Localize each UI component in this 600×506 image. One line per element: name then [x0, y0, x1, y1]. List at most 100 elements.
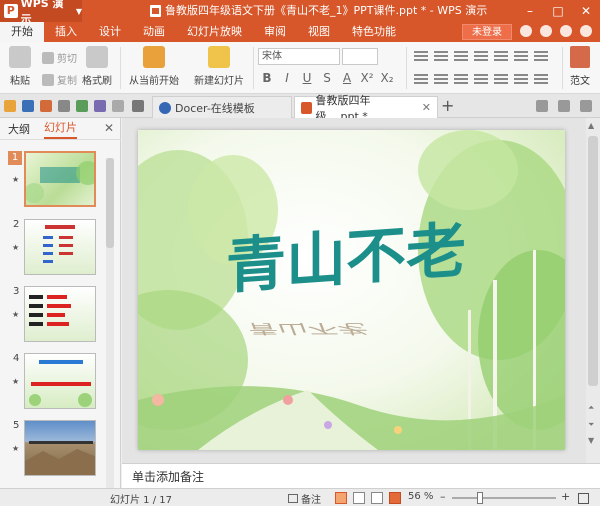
bold-icon[interactable]: B — [260, 71, 274, 85]
menu-view[interactable]: 视图 — [297, 22, 341, 42]
slide-thumbnail-4[interactable]: 4 ★ — [0, 353, 108, 415]
distribute-icon[interactable] — [494, 74, 508, 84]
slide-thumbnail-1[interactable]: 1 ★ — [0, 151, 108, 213]
scroll-up-icon[interactable]: ▲ — [588, 121, 594, 130]
previous-slide-icon[interactable]: ⏶ — [588, 403, 594, 413]
tab-slides[interactable]: 幻灯片 — [44, 119, 77, 139]
text-direction-icon[interactable] — [514, 51, 528, 61]
close-tab-icon[interactable]: ✕ — [422, 101, 431, 114]
ribbon-divider — [253, 47, 254, 89]
zoom-in-icon[interactable]: + — [561, 490, 570, 503]
undo-icon[interactable] — [94, 100, 106, 112]
new-slide-button[interactable]: 新建幻灯片 — [188, 46, 250, 87]
notes-toggle-button[interactable]: 备注 — [288, 491, 321, 506]
current-slide[interactable]: 青山不老 青山不老 — [138, 130, 565, 450]
slide-scrollbar[interactable]: ▲ ⏶ ⏷ ▼ — [586, 118, 600, 463]
zoom-slider-handle[interactable] — [477, 492, 483, 504]
save-icon[interactable] — [22, 100, 34, 112]
slide-thumbnail-2[interactable]: 2 ★ — [0, 219, 108, 281]
more-tools-icon[interactable] — [132, 100, 144, 112]
menu-review[interactable]: 审阅 — [253, 22, 297, 42]
vertical-align-icon[interactable] — [514, 74, 528, 84]
slide-thumbnail-5[interactable]: 5 ★ — [0, 420, 108, 482]
font-color-icon[interactable]: A — [340, 71, 354, 85]
tab-outline[interactable]: 大纲 — [8, 121, 30, 137]
slide-title-reflection: 青山不老 — [244, 320, 371, 337]
redo-icon[interactable] — [112, 100, 124, 112]
format-painter-button[interactable]: 格式刷 — [80, 46, 114, 87]
caret-down-icon: ▼ — [75, 6, 82, 16]
export-pdf-icon[interactable] — [40, 100, 52, 112]
skin-icon[interactable] — [520, 25, 532, 37]
cut-label: 剪切 — [57, 54, 77, 65]
zoom-slider[interactable] — [452, 497, 556, 499]
docer-icon — [159, 101, 171, 114]
scrollbar-thumb[interactable] — [106, 158, 114, 248]
scroll-down-icon[interactable]: ▼ — [588, 436, 594, 445]
maximize-icon[interactable]: □ — [544, 0, 572, 22]
zoom-level[interactable]: 56 % — [408, 491, 433, 502]
font-size-select[interactable] — [342, 48, 378, 65]
template-button[interactable]: 范文 — [570, 46, 590, 87]
fit-to-window-icon[interactable] — [578, 493, 589, 504]
close-panel-icon[interactable]: ✕ — [104, 121, 114, 135]
menu-insert[interactable]: 插入 — [44, 22, 88, 42]
restore-pane-icon[interactable] — [558, 100, 570, 112]
login-button[interactable]: 未登录 — [462, 24, 512, 40]
cut-button[interactable]: 剪切 — [42, 50, 77, 65]
underline-icon[interactable]: U — [300, 71, 314, 85]
menu-home[interactable]: 开始 — [0, 22, 44, 42]
user-icon[interactable] — [536, 100, 548, 112]
bullets-icon[interactable] — [414, 51, 428, 61]
print-preview-icon[interactable] — [76, 100, 88, 112]
normal-view-icon[interactable] — [335, 492, 347, 504]
slideshow-view-icon[interactable] — [389, 492, 401, 504]
decrease-indent-icon[interactable] — [454, 51, 468, 61]
notes-pane[interactable]: 单击添加备注 — [122, 463, 600, 488]
collapse-ribbon-icon[interactable] — [580, 25, 592, 37]
align-center-icon[interactable] — [434, 74, 448, 84]
minimize-icon[interactable]: – — [516, 0, 544, 22]
zoom-out-icon[interactable]: – — [440, 490, 446, 503]
tab-presentation[interactable]: 鲁教版四年级....ppt * ✕ — [294, 94, 438, 123]
justify-icon[interactable] — [474, 74, 488, 84]
open-folder-icon[interactable] — [4, 100, 16, 112]
menu-slideshow[interactable]: 幻灯片放映 — [176, 22, 253, 42]
slide-thumbnail-3[interactable]: 3 ★ — [0, 286, 108, 348]
thumbnail-scrollbar[interactable] — [106, 158, 114, 488]
new-tab-icon[interactable]: + — [441, 97, 454, 115]
help-icon[interactable] — [540, 25, 552, 37]
copy-button[interactable]: 复制 — [42, 72, 77, 87]
superscript-icon[interactable]: X² — [360, 71, 374, 85]
menu-animation[interactable]: 动画 — [132, 22, 176, 42]
align-right-icon[interactable] — [454, 74, 468, 84]
from-current-button[interactable]: 从当前开始 — [124, 46, 184, 87]
paste-button[interactable]: 粘贴 — [6, 46, 34, 87]
increase-indent-icon[interactable] — [474, 51, 488, 61]
tab-docer-templates[interactable]: Docer-在线模板 — [152, 96, 292, 118]
align-left-icon[interactable] — [414, 74, 428, 84]
next-slide-icon[interactable]: ⏷ — [588, 420, 594, 430]
reading-view-icon[interactable] — [371, 492, 383, 504]
font-name-select[interactable]: 宋体 — [258, 48, 340, 65]
ribbon: 粘贴 剪切 复制 格式刷 从当前开始 新建幻灯片 宋体 B I U S A X²… — [0, 42, 600, 94]
settings-icon[interactable] — [560, 25, 572, 37]
menu-features[interactable]: 特色功能 — [341, 22, 407, 42]
wps-app-menu-button[interactable]: P WPS 演示 ▼ — [0, 0, 82, 26]
menu-design[interactable]: 设计 — [88, 22, 132, 42]
sorter-view-icon[interactable] — [353, 492, 365, 504]
close-icon[interactable]: ✕ — [572, 0, 600, 22]
columns-icon[interactable] — [534, 51, 548, 61]
italic-icon[interactable]: I — [280, 71, 294, 85]
slide-thumbnail-image — [24, 151, 96, 207]
slide-title[interactable]: 青山不老 — [226, 202, 466, 306]
numbering-icon[interactable] — [434, 51, 448, 61]
scrollbar-thumb[interactable] — [588, 136, 598, 386]
close-pane-icon[interactable] — [580, 100, 592, 112]
presentation-file-icon — [150, 5, 161, 17]
print-icon[interactable] — [58, 100, 70, 112]
line-spacing-icon[interactable] — [494, 51, 508, 61]
shadow-icon[interactable]: S — [320, 71, 334, 85]
smartart-icon[interactable] — [534, 74, 548, 84]
subscript-icon[interactable]: X₂ — [380, 71, 394, 85]
